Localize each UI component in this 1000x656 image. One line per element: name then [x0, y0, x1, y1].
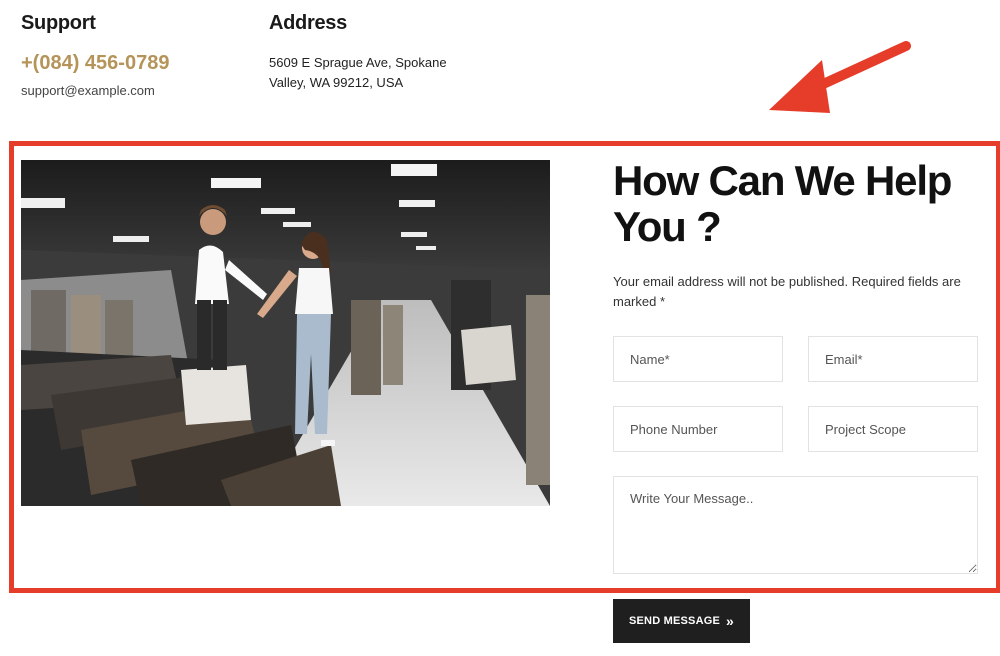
support-phone[interactable]: +(084) 456-0789 — [21, 52, 169, 75]
send-message-label: SEND MESSAGE — [628, 615, 721, 627]
form-required-note: Your email address will not be published… — [613, 274, 961, 309]
support-email-link[interactable]: support@example.com — [21, 83, 155, 98]
name-field[interactable] — [613, 336, 783, 382]
email-field[interactable] — [808, 336, 978, 382]
send-message-button[interactable]: SEND MESSAGE » — [613, 599, 750, 643]
showroom-photo — [21, 160, 550, 506]
address-line-1: 5609 E Sprague Ave, Spokane — [269, 55, 447, 70]
address-heading: Address — [269, 12, 347, 34]
project-scope-field[interactable] — [808, 406, 978, 452]
phone-number-field[interactable] — [613, 406, 783, 452]
double-chevron-right-icon: » — [726, 613, 735, 629]
address-line-2: Valley, WA 99212, USA — [269, 75, 404, 90]
message-field[interactable] — [613, 476, 978, 574]
form-title: How Can We Help You ? — [613, 157, 952, 250]
support-heading: Support — [21, 12, 96, 34]
